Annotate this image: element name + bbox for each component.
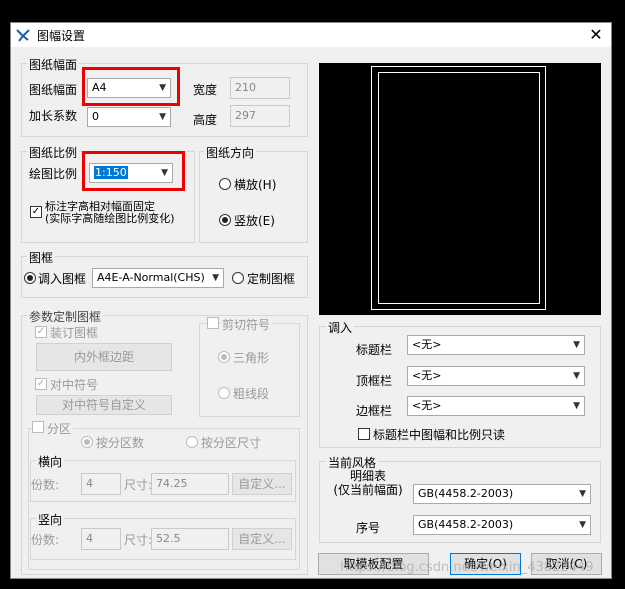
custom-frame-radio[interactable] bbox=[232, 272, 244, 284]
serial-label: 序号 bbox=[356, 521, 381, 535]
h-count-field[interactable]: 4 bbox=[81, 473, 121, 495]
trim-mark-checkbox[interactable] bbox=[207, 317, 219, 329]
serial-select[interactable]: GB(4458.2-2003) ▼ bbox=[413, 515, 591, 535]
by-size-radio[interactable] bbox=[186, 436, 198, 448]
page-setup-dialog: 图幅设置 ✕ 图纸幅面 图纸幅面 A4 ▼ 宽度 210 加长系数 0 ▼ 高度… bbox=[10, 22, 612, 579]
top-bar-value: <无> bbox=[412, 369, 442, 382]
h-size-label: 尺寸: bbox=[124, 478, 153, 492]
side-bar-select[interactable]: <无> ▼ bbox=[407, 396, 585, 416]
title-bar-value: <无> bbox=[412, 338, 442, 351]
v-size-field[interactable]: 52.5 bbox=[151, 528, 229, 550]
thick-line-radio[interactable] bbox=[218, 387, 230, 399]
side-bar-label: 边框栏 bbox=[356, 404, 393, 418]
h-count-label: 份数: bbox=[31, 478, 60, 492]
chevron-down-icon: ▼ bbox=[159, 112, 166, 122]
chevron-down-icon: ▼ bbox=[573, 401, 580, 411]
highlight-box-draw-scale bbox=[82, 151, 185, 191]
custom-params-group-label: 参数定制图框 bbox=[27, 308, 104, 325]
detail-table-label-line2: (仅当前幅面) bbox=[333, 483, 403, 497]
extend-select[interactable]: 0 ▼ bbox=[87, 107, 171, 127]
frame-template-value: A4E-A-Normal(CHS) bbox=[97, 271, 205, 284]
readonly-checkbox[interactable] bbox=[358, 428, 370, 440]
chevron-down-icon: ▼ bbox=[573, 340, 580, 350]
portrait-radio[interactable] bbox=[219, 214, 231, 226]
by-count-radio[interactable] bbox=[81, 436, 93, 448]
top-bar-select[interactable]: <无> ▼ bbox=[407, 366, 585, 386]
frame-preview bbox=[319, 63, 601, 315]
width-field[interactable]: 210 bbox=[230, 77, 290, 99]
orientation-group-label: 图纸方向 bbox=[204, 144, 257, 161]
highlight-box-paper-size bbox=[82, 67, 180, 106]
center-mark-label: 对中符号 bbox=[50, 378, 99, 392]
draw-scale-label: 绘图比例 bbox=[29, 167, 78, 181]
h-size-field[interactable]: 74.25 bbox=[151, 473, 229, 495]
zone-label: 分区 bbox=[45, 420, 74, 437]
top-bar-label: 顶框栏 bbox=[356, 374, 393, 388]
load-group-label: 调入 bbox=[326, 319, 355, 336]
preview-drawing bbox=[371, 66, 546, 310]
chevron-down-icon: ▼ bbox=[579, 520, 586, 530]
center-mark-custom-button[interactable]: 对中符号自定义 bbox=[36, 395, 172, 415]
v-size-label: 尺寸: bbox=[124, 533, 153, 547]
landscape-label: 横放(H) bbox=[234, 178, 277, 192]
title-bar-select[interactable]: <无> ▼ bbox=[407, 335, 585, 355]
app-icon bbox=[16, 29, 30, 42]
landscape-radio[interactable] bbox=[219, 178, 231, 190]
side-bar-value: <无> bbox=[412, 399, 442, 412]
triangle-radio[interactable] bbox=[218, 351, 230, 363]
binding-checkbox[interactable]: ✓ bbox=[35, 326, 47, 338]
extend-value: 0 bbox=[92, 110, 99, 123]
paper-size-group-label: 图纸幅面 bbox=[27, 56, 80, 73]
frame-template-select[interactable]: A4E-A-Normal(CHS) ▼ bbox=[92, 268, 224, 288]
by-count-label: 按分区数 bbox=[96, 436, 145, 450]
readonly-label: 标题栏中图幅和比例只读 bbox=[373, 428, 506, 442]
thick-line-label: 粗线段 bbox=[233, 387, 270, 401]
vertical-label: 竖向 bbox=[36, 511, 65, 528]
fix-text-height-label-line2: (实际字高随绘图比例变化) bbox=[45, 212, 175, 225]
orientation-group bbox=[199, 151, 308, 243]
portrait-label: 竖放(E) bbox=[234, 214, 275, 228]
v-custom-button[interactable]: 自定义... bbox=[232, 528, 292, 550]
watermark-text: https://blog.csdn.net/weixin_43822449 bbox=[340, 560, 594, 575]
height-field[interactable]: 297 bbox=[230, 105, 290, 127]
custom-frame-label: 定制图框 bbox=[247, 272, 296, 286]
margin-button[interactable]: 内外框边距 bbox=[36, 343, 172, 371]
fix-text-height-label: 标注字高相对幅面固定 (实际字高随绘图比例变化) bbox=[45, 201, 175, 225]
v-count-label: 份数: bbox=[31, 533, 60, 547]
scale-group-label: 图纸比例 bbox=[27, 144, 80, 161]
detail-table-value: GB(4458.2-2003) bbox=[418, 487, 514, 500]
trim-mark-group bbox=[199, 323, 300, 417]
h-custom-button[interactable]: 自定义... bbox=[232, 473, 292, 495]
serial-value: GB(4458.2-2003) bbox=[418, 518, 514, 531]
trim-mark-label: 剪切符号 bbox=[220, 316, 273, 333]
height-label: 高度 bbox=[193, 113, 218, 127]
window-title: 图幅设置 bbox=[37, 29, 86, 43]
horizontal-label: 横向 bbox=[36, 453, 65, 470]
frame-group-label: 图框 bbox=[27, 249, 56, 266]
load-frame-label: 调入图框 bbox=[38, 272, 87, 286]
title-bar-label: 标题栏 bbox=[356, 343, 393, 357]
load-frame-radio[interactable] bbox=[24, 272, 36, 284]
title-bar: 图幅设置 ✕ bbox=[11, 23, 611, 47]
detail-table-label-line1: 明细表 bbox=[349, 469, 386, 483]
detail-table-select[interactable]: GB(4458.2-2003) ▼ bbox=[413, 484, 591, 504]
center-mark-checkbox[interactable]: ✓ bbox=[35, 378, 47, 390]
close-icon[interactable]: ✕ bbox=[584, 24, 608, 46]
fix-text-height-checkbox[interactable]: ✓ bbox=[30, 206, 42, 218]
paper-size-label: 图纸幅面 bbox=[29, 83, 78, 97]
detail-table-label: 明细表 (仅当前幅面) bbox=[333, 469, 403, 497]
by-size-label: 按分区尺寸 bbox=[201, 436, 262, 450]
binding-label: 装订图框 bbox=[50, 326, 99, 340]
width-label: 宽度 bbox=[193, 83, 218, 97]
chevron-down-icon: ▼ bbox=[212, 273, 219, 283]
chevron-down-icon: ▼ bbox=[579, 489, 586, 499]
chevron-down-icon: ▼ bbox=[573, 371, 580, 381]
v-count-field[interactable]: 4 bbox=[81, 528, 121, 550]
triangle-label: 三角形 bbox=[233, 351, 270, 365]
zone-checkbox[interactable] bbox=[32, 421, 44, 433]
extend-label: 加长系数 bbox=[29, 109, 78, 123]
